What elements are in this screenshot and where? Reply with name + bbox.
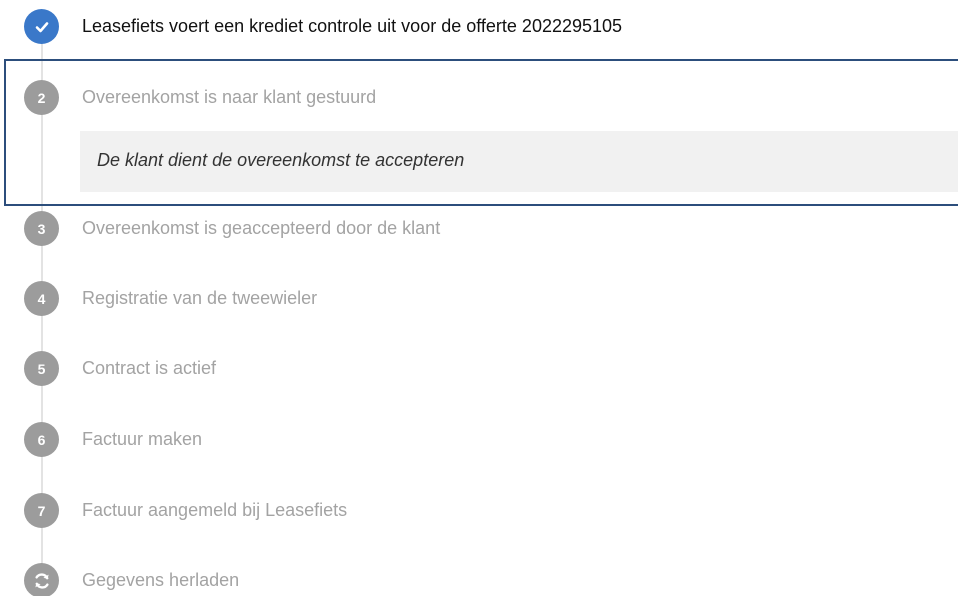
step-7-badge: 7: [24, 493, 59, 528]
step-7-label: Factuur aangemeld bij Leasefiets: [82, 500, 348, 520]
reload-data-button[interactable]: Gegevens herladen: [0, 563, 958, 596]
step-invoice-submitted[interactable]: 7 Factuur aangemeld bij Leasefiets: [0, 493, 958, 529]
step-5-badge: 5: [24, 351, 59, 386]
step-6-badge: 6: [24, 422, 59, 457]
step-2-detail-text: De klant dient de overeenkomst te accept…: [97, 150, 465, 170]
check-icon: [35, 21, 48, 32]
step-1-label: Leasefiets voert een krediet controle ui…: [82, 16, 623, 36]
reload-badge: [24, 563, 59, 596]
step-registration[interactable]: 4 Registratie van de tweewieler: [0, 281, 958, 317]
step-5-label: Contract is actief: [82, 358, 217, 378]
step-2-label: Overeenkomst is naar klant gestuurd: [82, 87, 377, 107]
step-contract-active[interactable]: 5 Contract is actief: [0, 351, 958, 387]
step-4-label: Registratie van de tweewieler: [82, 288, 318, 308]
step-3-label: Overeenkomst is geaccepteerd door de kla…: [82, 218, 441, 238]
step-agreement-accepted[interactable]: 3 Overeenkomst is geaccepteerd door de k…: [0, 211, 958, 247]
reload-label: Gegevens herladen: [82, 570, 240, 590]
step-1-badge: [24, 9, 59, 44]
step-credit-check: Leasefiets voert een krediet controle ui…: [0, 9, 958, 45]
step-create-invoice[interactable]: 6 Factuur maken: [0, 422, 958, 458]
step-6-label: Factuur maken: [82, 429, 203, 449]
step-3-badge: 3: [24, 211, 59, 246]
step-agreement-sent[interactable]: 2 Overeenkomst is naar klant gestuurd: [0, 80, 958, 116]
step-4-badge: 4: [24, 281, 59, 316]
order-progress-stepper: Leasefiets voert een krediet controle ui…: [0, 0, 958, 596]
step-2-badge: 2: [24, 80, 59, 115]
step-2-detail-panel: De klant dient de overeenkomst te accept…: [80, 131, 958, 192]
refresh-icon: [34, 572, 49, 589]
